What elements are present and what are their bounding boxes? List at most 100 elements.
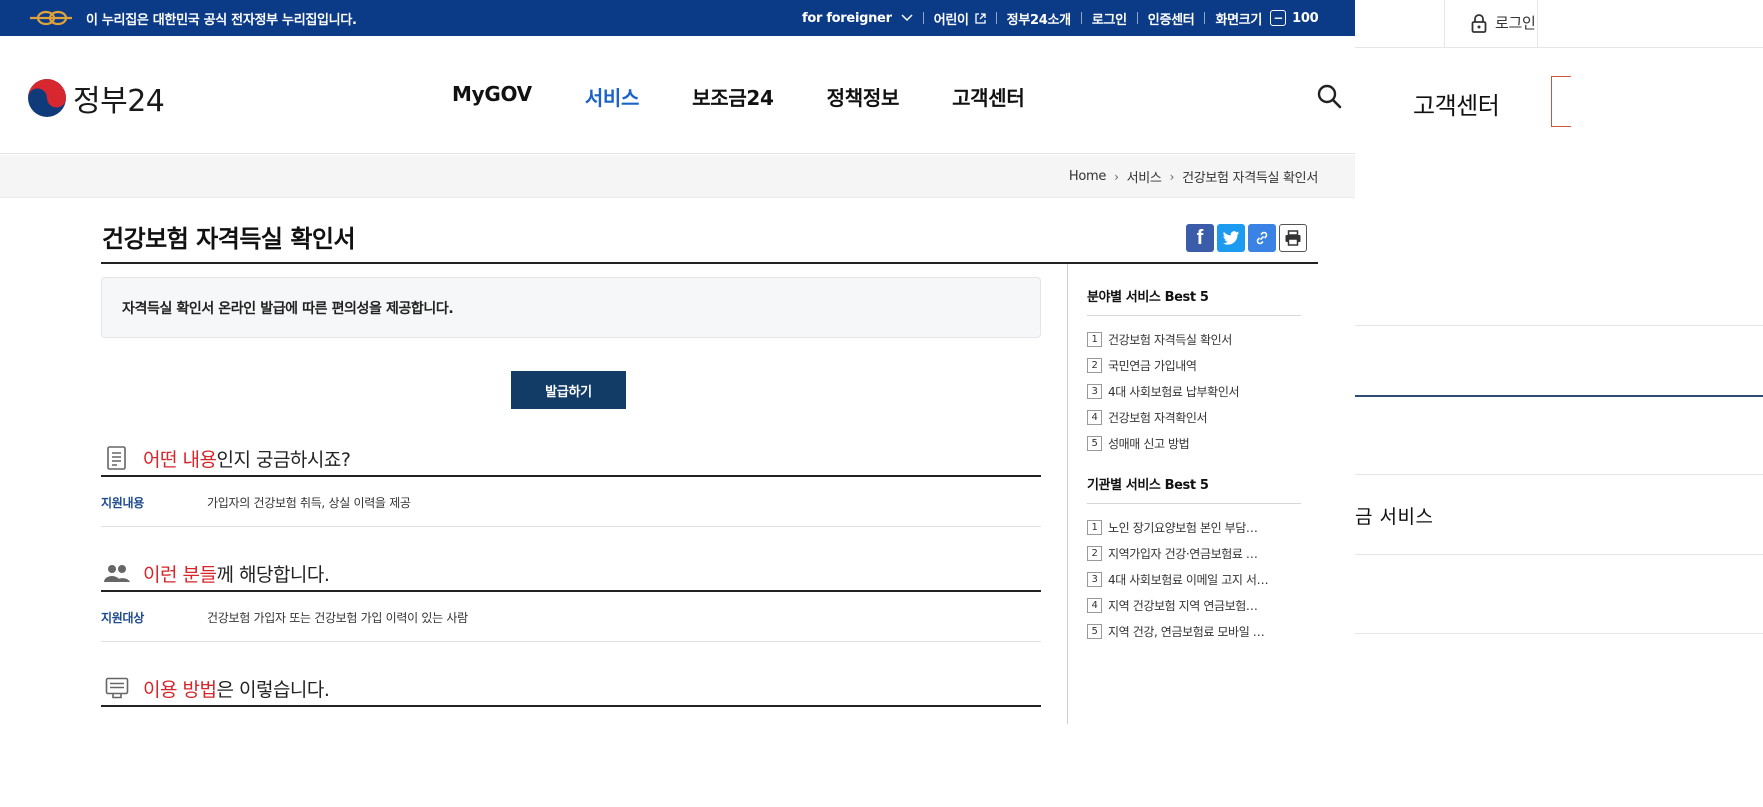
list-item-label: 지역 건강, 연금보험료 모바일 … bbox=[1108, 624, 1265, 639]
list-item[interactable]: 5 지역 건강, 연금보험료 모바일 … bbox=[1087, 618, 1301, 644]
divider bbox=[922, 12, 924, 24]
section-who-title: 이런 분들께 해당합니다. bbox=[143, 560, 330, 587]
divider bbox=[1537, 0, 1538, 48]
list-item-label: 건강보험 자격확인서 bbox=[1108, 410, 1208, 425]
panel-login-button[interactable]: 로그인 bbox=[1471, 12, 1536, 33]
section-who-rest: 께 해당합니다. bbox=[216, 563, 330, 586]
site-header: 정부24 MyGOV 서비스 보조금24 정책정보 고객센터 bbox=[0, 36, 1355, 154]
list-item-label: 노인 장기요양보험 본인 부담… bbox=[1108, 520, 1258, 535]
list-item[interactable]: 2 지역가입자 건강·연금보험료 … bbox=[1087, 540, 1301, 566]
breadcrumb: Home › 서비스 › 건강보험 자격득실 확인서 bbox=[1069, 155, 1318, 198]
breadcrumb-service[interactable]: 서비스 bbox=[1127, 167, 1162, 186]
agency-best-items: 1 노인 장기요양보험 본인 부담… 2 지역가입자 건강·연금보험료 … 3 4대 … bbox=[1087, 514, 1301, 644]
site-logo[interactable]: 정부24 bbox=[27, 76, 165, 120]
logo-text: 정부24 bbox=[73, 84, 165, 119]
divider bbox=[1136, 12, 1138, 24]
rank-number: 4 bbox=[1087, 409, 1102, 425]
list-item[interactable]: 1 건강보험 자격득실 확인서 bbox=[1087, 326, 1301, 352]
facebook-icon[interactable]: f bbox=[1186, 224, 1214, 252]
rank-number: 3 bbox=[1087, 571, 1102, 587]
utility-menu: for foreigner 어린이 정부24소개 로그인 인증센터 화면크기 −… bbox=[802, 0, 1319, 36]
field-best-items: 1 건강보험 자격득실 확인서 2 국민연금 가입내역 3 4대 사회보험료 납부확인… bbox=[1087, 326, 1301, 456]
divider bbox=[1355, 325, 1763, 326]
foreigner-label: for foreigner bbox=[802, 10, 892, 26]
message-icon bbox=[103, 674, 131, 702]
section-what-header: 어떤 내용인지 궁금하시죠? bbox=[101, 441, 1041, 477]
divider bbox=[1444, 0, 1445, 48]
document-icon bbox=[103, 444, 131, 472]
side-menu-panel: 로그인 고객센터 금 서비스 bbox=[1355, 0, 1763, 807]
about-link[interactable]: 정부24소개 bbox=[1007, 9, 1071, 28]
list-item-label: 건강보험 자격득실 확인서 bbox=[1108, 332, 1232, 347]
nav-mygov[interactable]: MyGOV bbox=[452, 82, 532, 111]
twitter-icon[interactable] bbox=[1217, 224, 1245, 252]
list-item-label: 4대 사회보험료 납부확인서 bbox=[1108, 384, 1240, 399]
breadcrumb-current: 건강보험 자격득실 확인서 bbox=[1182, 171, 1318, 186]
zoom-level: 100 bbox=[1292, 10, 1319, 26]
list-item-label: 지역가입자 건강·연금보험료 … bbox=[1108, 546, 1258, 561]
rank-number: 2 bbox=[1087, 545, 1102, 561]
divider bbox=[1080, 12, 1082, 24]
divider bbox=[1355, 395, 1763, 397]
support-content-value: 가입자의 건강보험 취득, 상실 이력을 제공 bbox=[207, 496, 411, 510]
list-item[interactable]: 1 노인 장기요양보험 본인 부담… bbox=[1087, 514, 1301, 540]
nav-policy-info[interactable]: 정책정보 bbox=[827, 82, 900, 111]
intro-summary: 자격득실 확인서 온라인 발급에 따른 편의성을 제공합니다. bbox=[101, 277, 1041, 338]
breadcrumb-home[interactable]: Home bbox=[1069, 169, 1107, 184]
cert-center-link[interactable]: 인증센터 bbox=[1148, 9, 1195, 28]
agency-best-title: 기관별 서비스 Best 5 bbox=[1087, 476, 1301, 504]
section-how-header: 이용 방법은 이렇습니다. bbox=[101, 671, 1041, 707]
nav-service[interactable]: 서비스 bbox=[585, 82, 640, 111]
section-what-rest: 인지 궁금하시죠? bbox=[216, 448, 351, 471]
list-item[interactable]: 2 국민연금 가입내역 bbox=[1087, 352, 1301, 378]
agency-best-list: 기관별 서비스 Best 5 1 노인 장기요양보험 본인 부담… 2 지역가입자 … bbox=[1087, 476, 1301, 644]
divider bbox=[995, 12, 997, 24]
link-copy-icon[interactable] bbox=[1248, 224, 1276, 252]
breadcrumb-bar: Home › 서비스 › 건강보험 자격득실 확인서 bbox=[0, 155, 1355, 198]
panel-title: 고객센터 bbox=[1413, 92, 1500, 120]
gov-notice: 이 누리집은 대한민국 공식 전자정부 누리집입니다. bbox=[28, 0, 357, 36]
kids-link[interactable]: 어린이 bbox=[934, 9, 986, 28]
nav-subsidy24[interactable]: 보조금24 bbox=[692, 82, 774, 111]
login-link[interactable]: 로그인 bbox=[1092, 9, 1127, 28]
egov-logo-icon bbox=[30, 10, 72, 26]
aside-divider bbox=[1067, 264, 1068, 724]
nav-customer-center[interactable]: 고객센터 bbox=[952, 82, 1025, 111]
search-icon[interactable] bbox=[1316, 83, 1342, 109]
zoom-out-button[interactable]: − bbox=[1270, 10, 1287, 26]
section-how-rest: 은 이렇습니다. bbox=[216, 678, 330, 701]
title-divider bbox=[101, 262, 1318, 264]
foreigner-link[interactable]: for foreigner bbox=[802, 11, 913, 26]
divider bbox=[1355, 633, 1763, 634]
list-item[interactable]: 4 지역 건강보험 지역 연금보험… bbox=[1087, 592, 1301, 618]
rank-number: 3 bbox=[1087, 383, 1102, 399]
taegeuk-logo-icon bbox=[28, 79, 66, 117]
list-item-label: 4대 사회보험료 이메일 고지 서… bbox=[1108, 572, 1269, 587]
lock-icon bbox=[1471, 13, 1487, 33]
list-item-label: 지역 건강보험 지역 연금보험… bbox=[1108, 598, 1258, 613]
list-item[interactable]: 3 4대 사회보험료 이메일 고지 서… bbox=[1087, 566, 1301, 592]
support-content-row: 지원내용 가입자의 건강보험 취득, 상실 이력을 제공 bbox=[101, 479, 1041, 527]
list-item[interactable]: 3 4대 사회보험료 납부확인서 bbox=[1087, 378, 1301, 404]
kids-label: 어린이 bbox=[933, 12, 969, 28]
issue-button[interactable]: 발급하기 bbox=[511, 371, 626, 409]
gov-banner: 이 누리집은 대한민국 공식 전자정부 누리집입니다. for foreigne… bbox=[0, 0, 1355, 36]
list-item[interactable]: 5 성매매 신고 방법 bbox=[1087, 430, 1301, 456]
panel-close-button[interactable] bbox=[1551, 76, 1571, 127]
share-buttons: f bbox=[1186, 224, 1310, 252]
chevron-down-icon bbox=[901, 14, 913, 22]
field-best-title: 분야별 서비스 Best 5 bbox=[1087, 288, 1301, 316]
rank-number: 5 bbox=[1087, 435, 1102, 451]
people-icon bbox=[103, 559, 131, 587]
list-item[interactable]: 4 건강보험 자격확인서 bbox=[1087, 404, 1301, 430]
rank-number: 1 bbox=[1087, 519, 1102, 535]
divider bbox=[1355, 474, 1763, 475]
print-icon[interactable] bbox=[1279, 224, 1307, 252]
rank-number: 4 bbox=[1087, 597, 1102, 613]
chevron-right-icon: › bbox=[1169, 169, 1175, 184]
section-who-header: 이런 분들께 해당합니다. bbox=[101, 556, 1041, 592]
section-who-highlight: 이런 분들 bbox=[143, 563, 217, 586]
support-target-row: 지원대상 건강보험 가입자 또는 건강보험 가입 이력이 있는 사람 bbox=[101, 594, 1041, 642]
rank-number: 5 bbox=[1087, 623, 1102, 639]
panel-menu-item-service[interactable]: 금 서비스 bbox=[1355, 502, 1433, 529]
